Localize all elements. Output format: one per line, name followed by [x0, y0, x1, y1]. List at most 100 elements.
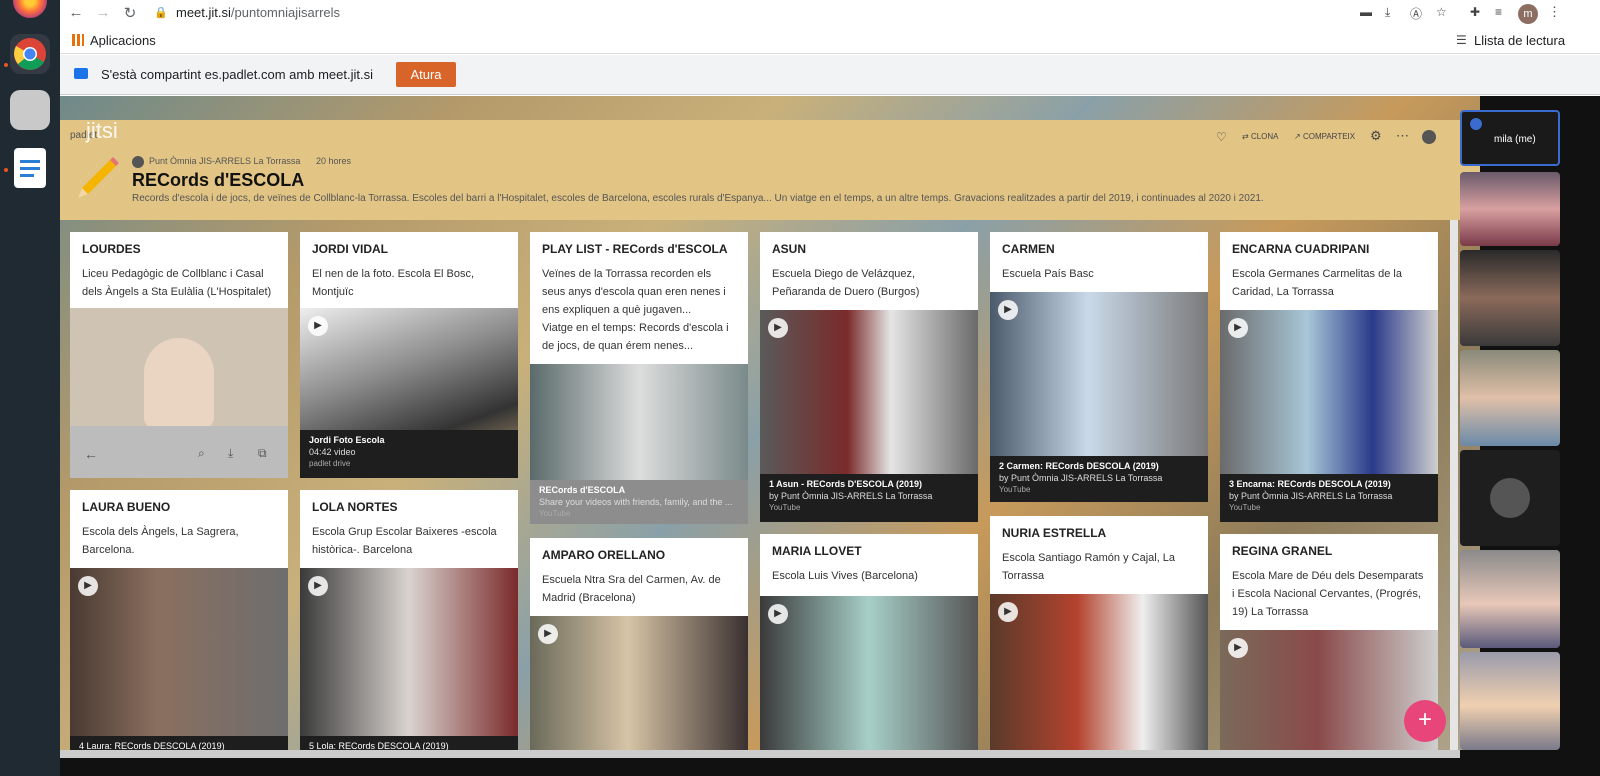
open-external-icon[interactable]: ⧉ [258, 446, 267, 461]
card-title: MARIA LLOVET [772, 544, 862, 558]
padlet-scrollbar[interactable] [1450, 220, 1458, 750]
files-icon[interactable] [10, 90, 50, 130]
os-dock [0, 0, 60, 776]
back-icon[interactable]: ← [66, 4, 86, 21]
profile-avatar[interactable]: m [1518, 4, 1538, 24]
caption-title: RECords d'ESCOLA [539, 485, 626, 495]
card-video[interactable]: ▶ [760, 596, 978, 750]
participant-tile[interactable] [1460, 172, 1560, 246]
play-icon[interactable]: ▶ [1228, 638, 1248, 658]
video-caption: 3 Encarna: RECords DESCOLA (2019) by Pun… [1220, 474, 1438, 522]
padlet-header: padlet jitsi Punt Òmnia JIS-ARRELS La To… [60, 118, 1480, 220]
camera-icon[interactable]: ▬ [1360, 5, 1372, 19]
card-video[interactable]: ▶ 2 Carmen: RECords DESCOLA (2019) by Pu… [990, 292, 1208, 502]
screen-share-infobar: S'està compartint es.padlet.com amb meet… [60, 55, 1600, 95]
writer-icon[interactable] [14, 148, 46, 188]
card-description: Escuela Diego de Velázquez, Peñaranda de… [772, 268, 920, 298]
card-laura-bueno[interactable]: LAURA BUENO Escola dels Àngels, La Sagre… [70, 490, 288, 750]
install-icon[interactable]: ⤓ [1385, 5, 1390, 20]
card-video[interactable]: ▶ [530, 616, 748, 750]
participant-tile[interactable] [1460, 350, 1560, 446]
card-jordi-vidal[interactable]: JORDI VIDAL El nen de la foto. Escola El… [300, 232, 518, 478]
play-icon[interactable]: ▶ [538, 624, 558, 644]
card-video[interactable]: ▶ 5 Lola: RECords DESCOLA (2019) [300, 568, 518, 750]
card-carmen[interactable]: CARMEN Escuela País Basc ▶ 2 Carmen: REC… [990, 232, 1208, 502]
play-icon[interactable]: ▶ [768, 318, 788, 338]
card-video[interactable]: ▶ 1 Asun - RECords D'ESCOLA (2019) by Pu… [760, 310, 978, 522]
url-path: /puntomniajisarrels [230, 5, 341, 20]
card-description: Escuela Ntra Sra del Carmen, Av. de Madr… [542, 574, 721, 604]
card-nuria-estrella[interactable]: NURIA ESTRELLA Escola Santiago Ramón y C… [990, 516, 1208, 750]
firefox-icon[interactable] [13, 0, 47, 18]
author-avatar [132, 156, 144, 168]
card-lourdes[interactable]: LOURDES Liceu Pedagògic de Collblanc i C… [70, 232, 288, 478]
card-encarna-cuadripani[interactable]: ENCARNA CUADRIPANI Escola Germanes Carme… [1220, 232, 1438, 522]
card-video[interactable]: RECords d'ESCOLA Share your videos with … [530, 364, 748, 524]
chrome-dock-item[interactable] [10, 34, 50, 74]
clone-label: CLONA [1250, 132, 1279, 141]
lock-icon: 🔒 [154, 7, 168, 19]
card-title: LOURDES [82, 242, 141, 256]
menu-icon[interactable]: ⋮ [1548, 4, 1561, 20]
card-video[interactable]: ▶ 3 Encarna: RECords DESCOLA (2019) by P… [1220, 310, 1438, 522]
caption-sub: Share your videos with friends, family, … [539, 497, 733, 507]
apps-bookmark[interactable]: Aplicacions [90, 33, 156, 48]
card-playlist[interactable]: PLAY LIST - RECords d'ESCOLA Veïnes de l… [530, 232, 748, 524]
share-button[interactable]: ↗ COMPARTEIX [1294, 132, 1355, 141]
translate-icon[interactable]: Ⓐ [1410, 5, 1422, 22]
play-icon[interactable]: ▶ [78, 576, 98, 596]
card-video[interactable]: ▶ Jordi Foto Escola 04:42 video padlet d… [300, 308, 518, 478]
play-icon[interactable]: ▶ [998, 602, 1018, 622]
card-description: Escola Santiago Ramón y Cajal, La Torras… [1002, 552, 1176, 582]
caption-sub: by Punt Òmnia JIS-ARRELS La Torrassa [999, 473, 1163, 483]
card-title: CARMEN [1002, 242, 1055, 256]
play-icon[interactable]: ▶ [768, 604, 788, 624]
media-icon[interactable]: ≡ [1495, 5, 1502, 19]
horizontal-scrollbar[interactable] [60, 750, 1460, 758]
stop-sharing-button[interactable]: Atura [396, 62, 456, 87]
download-icon[interactable]: ⤓ [228, 446, 233, 461]
video-caption: 4 Laura: RECords DESCOLA (2019) [70, 736, 288, 750]
play-icon[interactable]: ▶ [308, 576, 328, 596]
participant-tile[interactable] [1460, 450, 1560, 546]
forward-icon[interactable]: → [93, 4, 113, 21]
card-maria-llovet[interactable]: MARIA LLOVET Escola Luis Vives (Barcelon… [760, 534, 978, 750]
card-image[interactable]: ← ⌕ ⤓ ⧉ [70, 308, 288, 478]
card-description: El nen de la foto. Escola El Bosc, Montj… [312, 268, 475, 298]
play-icon[interactable]: ▶ [308, 316, 328, 336]
play-icon[interactable]: ▶ [1228, 318, 1248, 338]
card-video[interactable]: ▶ 4 Laura: RECords DESCOLA (2019) [70, 568, 288, 750]
clone-button[interactable]: ⇄ CLONA [1242, 132, 1279, 141]
heart-icon[interactable]: ♡ [1216, 130, 1227, 144]
card-amparo-orellano[interactable]: AMPARO ORELLANO Escuela Ntra Sra del Car… [530, 538, 748, 750]
add-post-button[interactable]: + [1404, 700, 1446, 742]
padlet-description: Records d'escola i de jocs, de veïnes de… [132, 193, 1264, 204]
participant-tile[interactable] [1460, 652, 1560, 750]
extensions-icon[interactable]: ✚ [1470, 5, 1480, 19]
play-icon[interactable]: ▶ [998, 300, 1018, 320]
settings-icon[interactable]: ⚙ [1370, 128, 1382, 144]
url-field[interactable]: meet.jit.si/puntomniajisarrels [176, 5, 340, 20]
reading-list-button[interactable]: Llista de lectura [1474, 33, 1565, 48]
participant-tile[interactable] [1460, 250, 1560, 346]
card-video[interactable]: ▶ [990, 594, 1208, 750]
caption-title: 2 Carmen: RECords DESCOLA (2019) [999, 461, 1159, 471]
apps-grid-icon [72, 34, 84, 46]
card-lola-nortes[interactable]: LOLA NORTES Escola Grup Escolar Baixeres… [300, 490, 518, 750]
account-avatar[interactable] [1422, 130, 1436, 144]
participant-tile[interactable] [1460, 550, 1560, 648]
star-icon[interactable]: ☆ [1436, 5, 1447, 19]
card-asun[interactable]: ASUN Escuela Diego de Velázquez, Peñaran… [760, 232, 978, 522]
back-arrow-icon[interactable]: ← [84, 446, 98, 462]
address-bar-row: ← → ↻ 🔒 meet.jit.si/puntomniajisarrels ▬… [60, 0, 1600, 27]
pencil-icon [78, 157, 119, 198]
reload-icon[interactable]: ↻ [120, 4, 140, 22]
card-description-2: Viatge en el temps: Records d'escola i d… [542, 322, 729, 352]
screen-share-icon [74, 68, 88, 79]
zoom-icon[interactable]: ⌕ [198, 446, 205, 461]
self-view-tile[interactable]: mila (me) [1460, 110, 1560, 166]
card-title: ASUN [772, 242, 807, 256]
card-video[interactable]: ▶ [1220, 630, 1438, 750]
more-icon[interactable]: ⋯ [1396, 128, 1409, 144]
card-description: Escuela País Basc [1002, 268, 1094, 280]
